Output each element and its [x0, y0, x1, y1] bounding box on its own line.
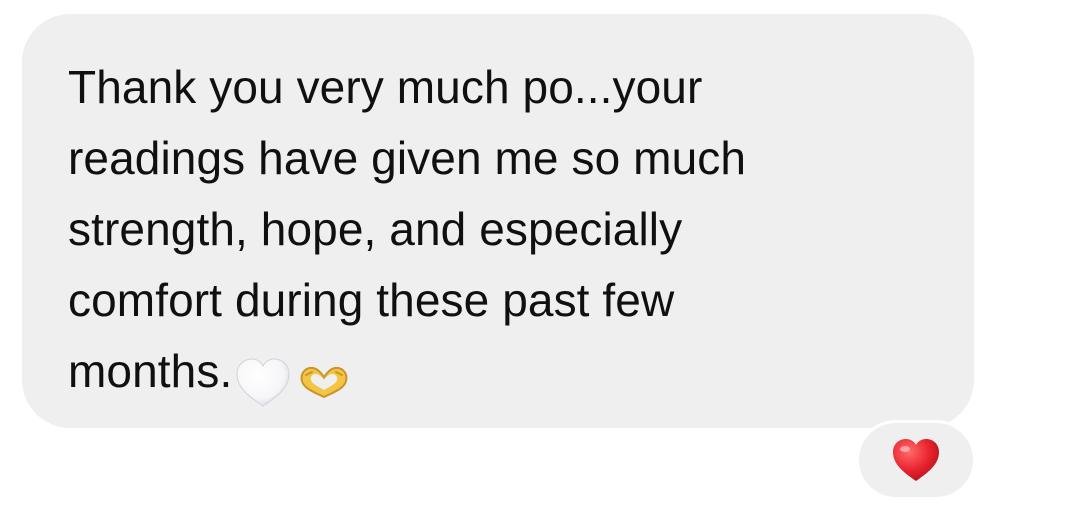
red-heart-icon — [893, 439, 939, 481]
message-text: Thank you very much po...your readings h… — [68, 52, 928, 407]
heart-hands-icon — [300, 366, 348, 398]
white-heart-icon — [236, 358, 290, 407]
message-line-5-row: months. — [68, 336, 928, 407]
reaction-badge[interactable] — [856, 420, 976, 500]
message-line-3: strength, hope, and especially — [68, 203, 683, 255]
message-line-1: Thank you very much po...your — [68, 61, 703, 113]
emoji-group — [234, 344, 354, 415]
message-bubble[interactable]: Thank you very much po...your readings h… — [22, 14, 974, 428]
message-line-2: readings have given me so much — [68, 132, 747, 184]
message-line-4: comfort during these past few — [68, 274, 675, 326]
message-line-5: months. — [68, 345, 233, 397]
